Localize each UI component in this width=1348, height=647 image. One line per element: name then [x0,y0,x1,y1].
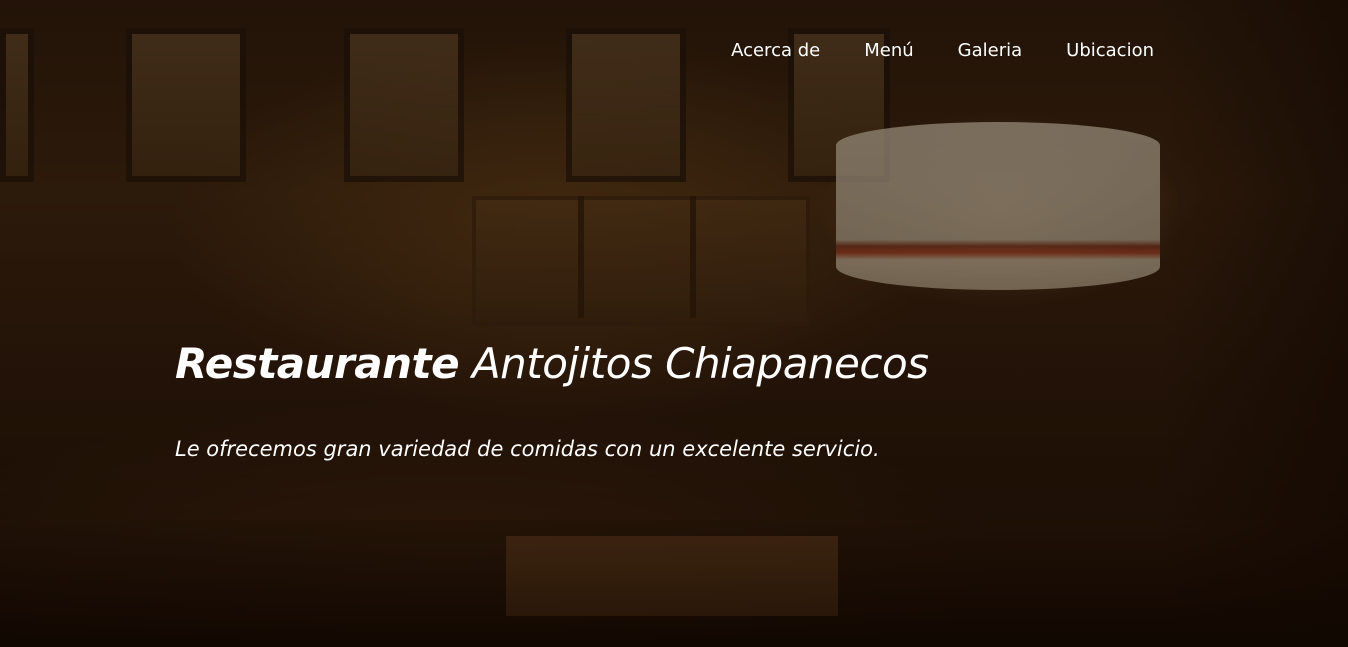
main-nav: Acerca de Menú Galeria Ubicacion [687,38,1154,64]
hero-title: Restaurante Antojitos Chiapanecos [175,334,929,394]
hero-title-rest: Antojitos Chiapanecos [471,339,929,388]
nav-link-galeria[interactable]: Galeria [958,38,1023,64]
nav-link-acerca-de[interactable]: Acerca de [731,38,820,64]
hero-section: Acerca de Menú Galeria Ubicacion Restaur… [0,0,1348,647]
hero-title-strong: Restaurante [175,339,460,388]
dark-overlay [0,0,1348,647]
nav-link-menu[interactable]: Menú [864,38,913,64]
hero-tagline: Le ofrecemos gran variedad de comidas co… [175,437,880,461]
nav-link-ubicacion[interactable]: Ubicacion [1066,38,1154,64]
